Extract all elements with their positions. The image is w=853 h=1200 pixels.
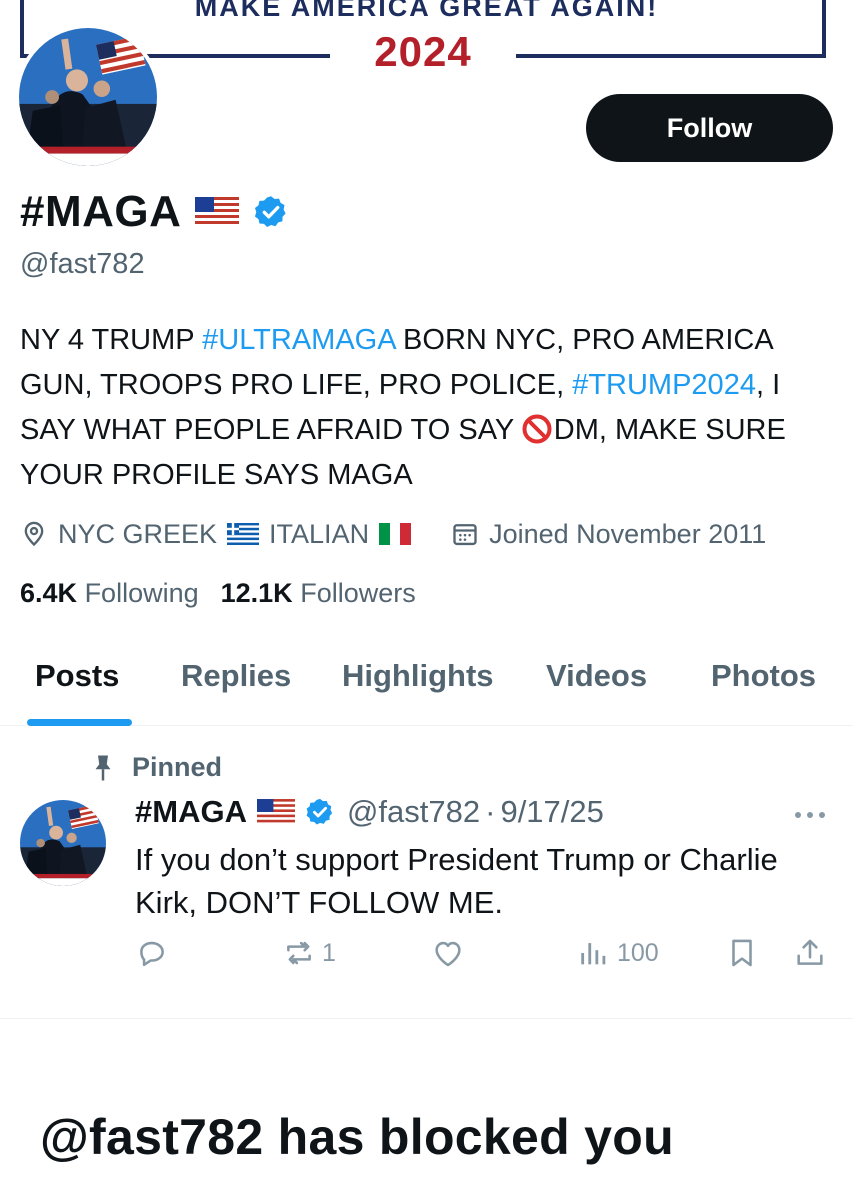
tab-posts[interactable]: Posts [35, 658, 119, 694]
post-author-name[interactable]: #MAGA [135, 794, 247, 830]
post-separator: · [485, 794, 496, 829]
profile-tabs: Posts Replies Highlights Videos Photos [0, 640, 853, 726]
post-actions: 1 100 [0, 936, 853, 980]
tab-videos[interactable]: Videos [546, 658, 647, 694]
share-icon [797, 939, 823, 965]
post-author-handle[interactable]: @fast782 [347, 794, 480, 830]
like-button[interactable] [431, 936, 465, 970]
views-button[interactable]: 100 [577, 936, 659, 970]
location-text: NYC GREEK [58, 518, 218, 549]
tab-replies[interactable]: Replies [181, 658, 291, 694]
repost-count: 1 [322, 938, 336, 967]
us-flag-icon [256, 799, 295, 825]
banner-year-box: 2024 [330, 28, 516, 76]
tab-photos[interactable]: Photos [711, 658, 816, 694]
profile-avatar[interactable] [15, 24, 161, 170]
hashtag-link-ultramaga[interactable]: #ULTRAMAGA [202, 324, 395, 356]
profile-bio: NY 4 TRUMP #ULTRAMAGA BORN NYC, PRO AMER… [20, 318, 820, 498]
pin-icon [95, 755, 111, 780]
more-icon[interactable] [790, 808, 830, 822]
location-text: ITALIAN [269, 518, 370, 549]
repost-button[interactable]: 1 [282, 936, 336, 970]
post-author-avatar[interactable] [20, 800, 106, 886]
share-button[interactable] [793, 936, 827, 970]
reply-icon [140, 941, 164, 967]
views-count: 100 [617, 938, 659, 967]
post-header: #MAGA @fast782 · 9/17/25 [135, 794, 604, 830]
avatar-photo [19, 28, 157, 166]
following-label: Following [84, 578, 199, 608]
display-name: #MAGA [20, 187, 182, 236]
joined-date: Joined November 2011 [489, 518, 767, 549]
greece-flag-icon [227, 523, 260, 545]
avatar-photo [20, 800, 106, 886]
like-icon [435, 941, 461, 967]
profile-handle: @fast782 [20, 248, 145, 280]
no-entry-icon [522, 414, 552, 444]
followers-count: 12.1K [220, 578, 293, 608]
views-icon [581, 943, 606, 965]
calendar-icon [453, 524, 477, 546]
banner-year: 2024 [374, 28, 472, 75]
post-divider [0, 1018, 853, 1019]
post-date[interactable]: 9/17/25 [500, 794, 603, 830]
verified-badge-icon [306, 798, 333, 825]
followers-label: Followers [300, 578, 416, 608]
location-pin-icon [24, 521, 44, 547]
following-link[interactable]: 6.4K Following [20, 578, 199, 609]
follow-stats: 6.4K Following 12.1K Followers [20, 578, 416, 609]
blocked-message: @fast782 has blocked you [40, 1109, 674, 1165]
active-tab-indicator [27, 719, 132, 726]
pinned-label: Pinned [132, 752, 223, 782]
repost-icon [287, 941, 311, 965]
follow-button[interactable]: Follow [586, 94, 833, 162]
followers-link[interactable]: 12.1K Followers [221, 578, 416, 609]
bio-text: NY 4 TRUMP [20, 324, 203, 356]
verified-badge-icon[interactable] [253, 194, 289, 230]
hashtag-link-trump2024[interactable]: #TRUMP2024 [572, 369, 756, 401]
us-flag-icon [195, 197, 240, 227]
post-text: If you don’t support President Trump or … [135, 842, 778, 920]
bookmark-icon [732, 939, 752, 967]
profile-name-row: #MAGA [20, 184, 289, 240]
italy-flag-icon [379, 523, 412, 545]
tab-highlights[interactable]: Highlights [342, 658, 494, 694]
reply-button[interactable] [135, 936, 169, 970]
profile-meta-row: NYC GREEK ITALIAN Joined November 2011 [20, 512, 766, 556]
pinned-label-row: Pinned [90, 752, 222, 783]
following-count: 6.4K [20, 578, 78, 608]
bookmark-button[interactable] [725, 936, 759, 970]
banner-slogan: MAKE AMERICA GREAT AGAIN! [194, 0, 659, 22]
